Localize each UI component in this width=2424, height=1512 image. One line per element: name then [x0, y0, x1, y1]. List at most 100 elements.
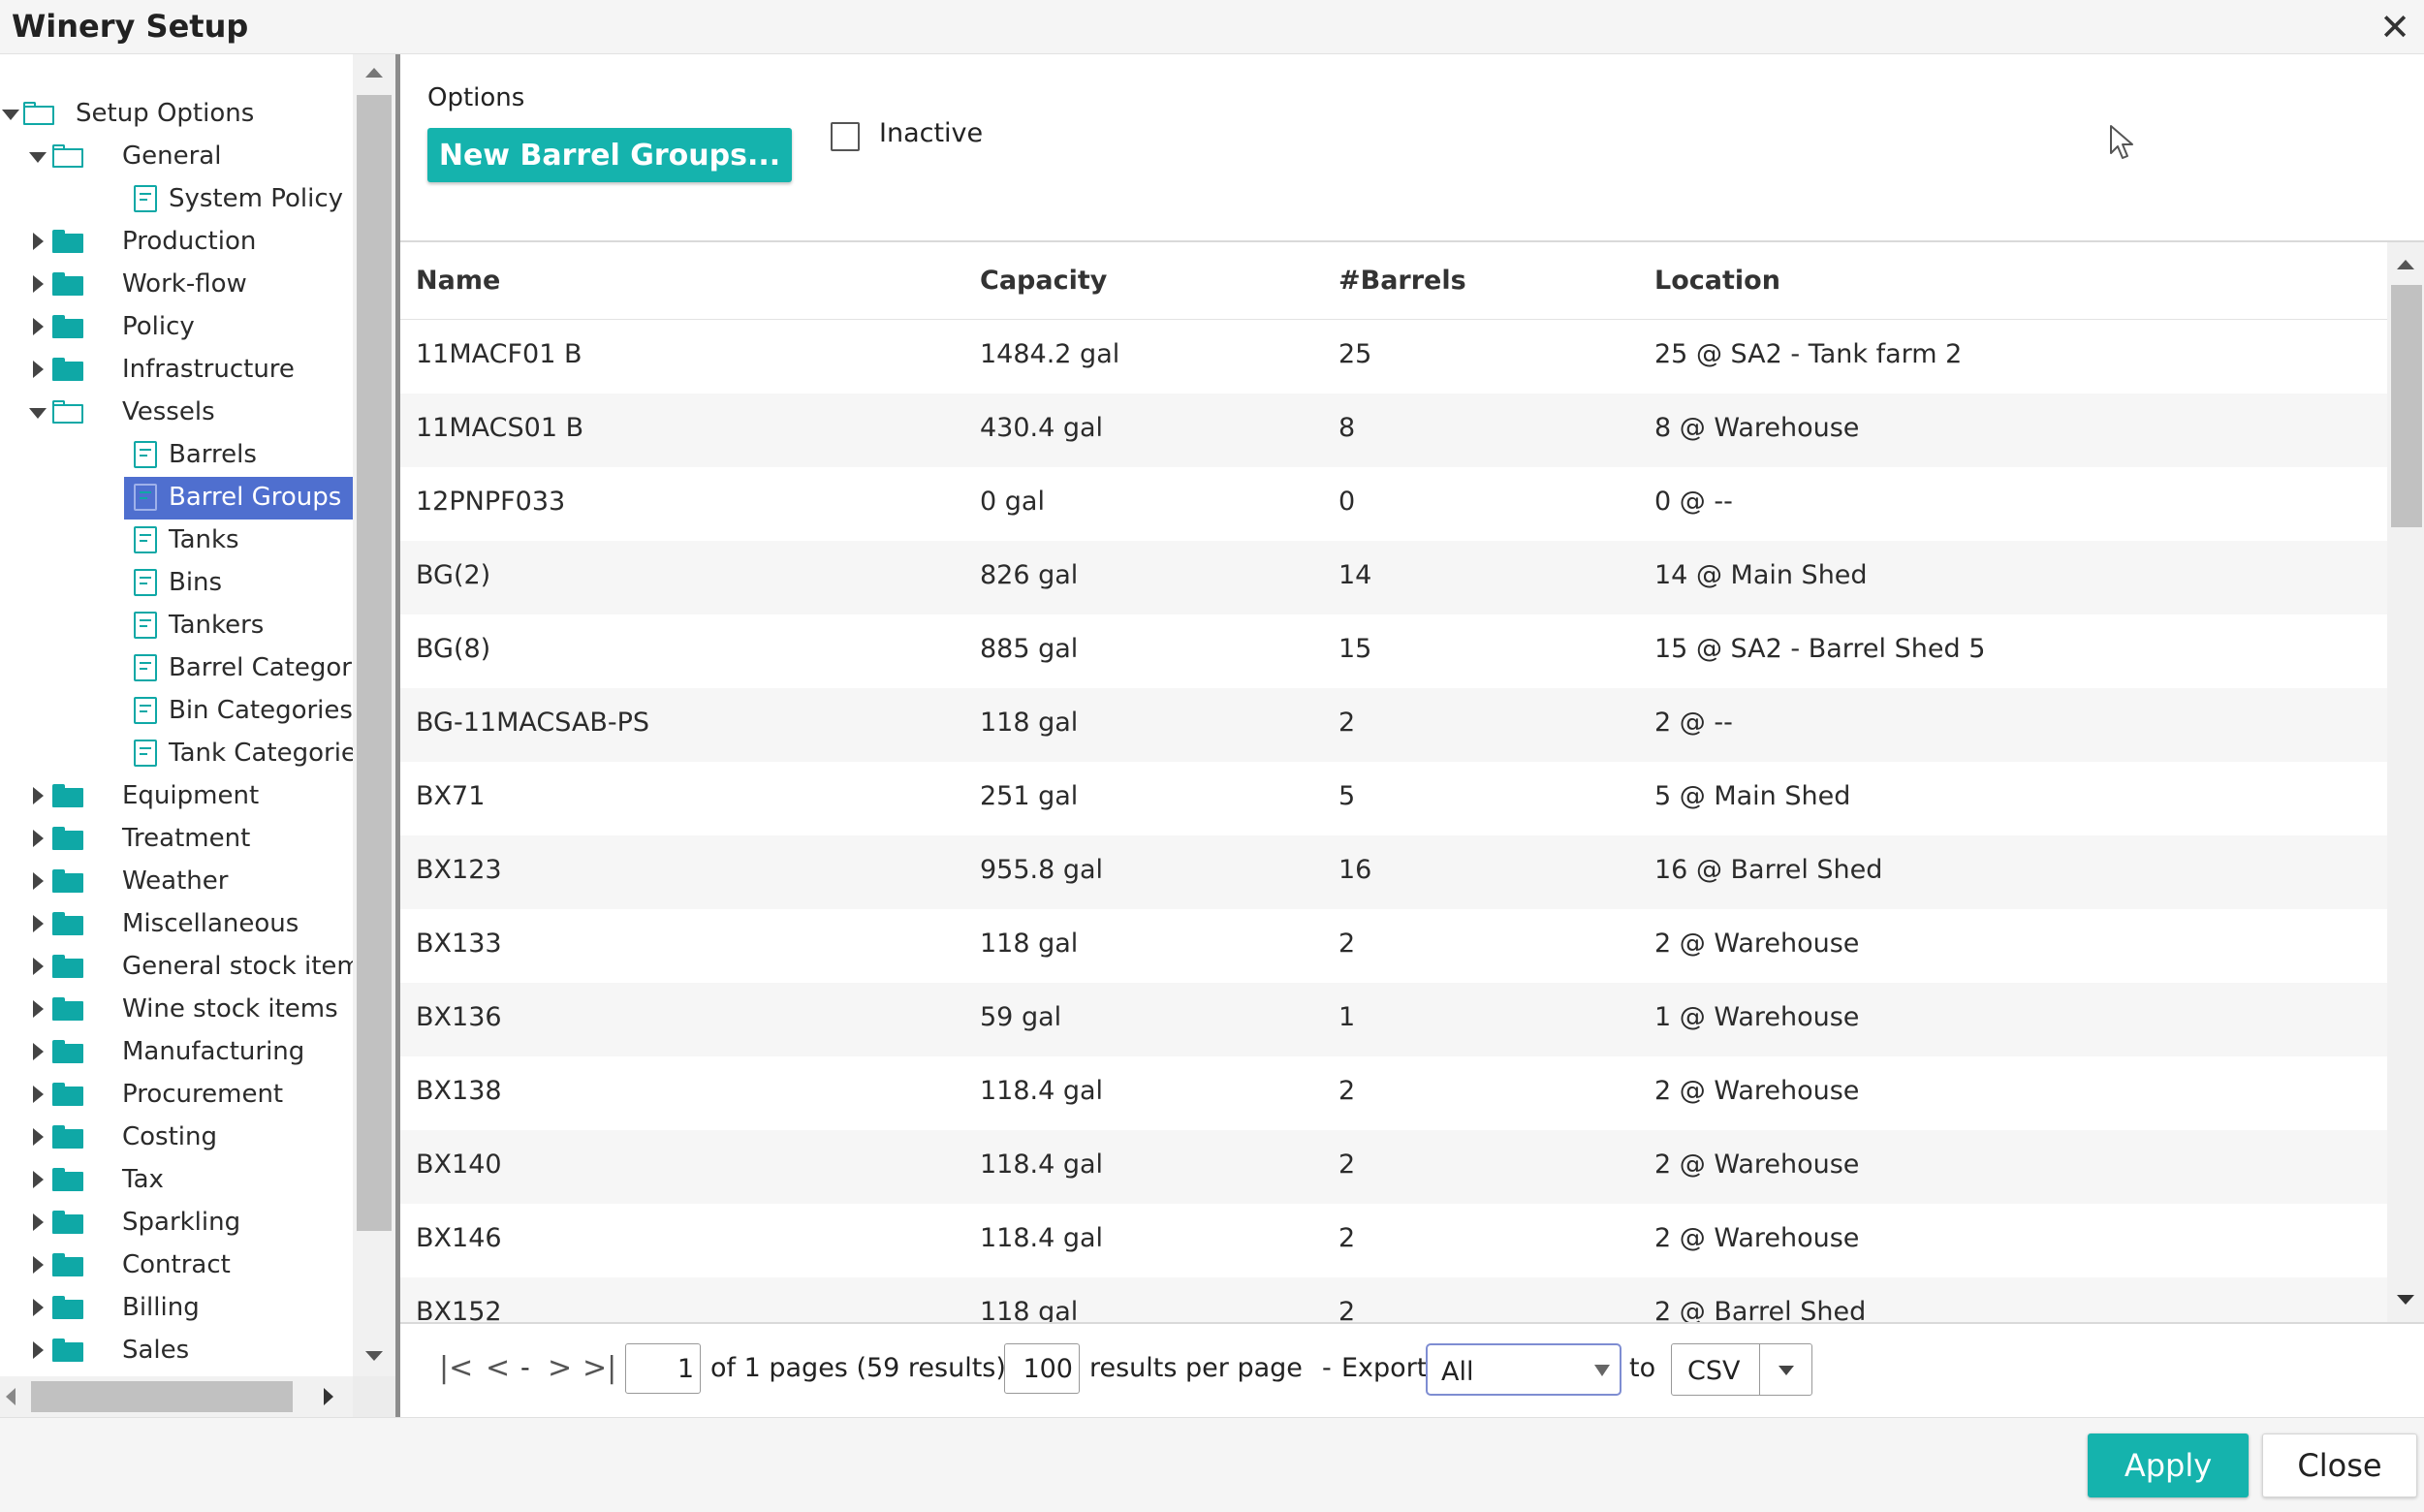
last-page-icon[interactable]: >|	[582, 1351, 616, 1385]
tree-item-sparkling[interactable]: Sparkling	[0, 1202, 353, 1244]
table-row[interactable]: 11MACF01 B 1484.2 gal 25 25 @ SA2 - Tank fa…	[400, 320, 2387, 394]
cell-location: 25 @ SA2 - Tank farm 2	[1654, 339, 1963, 369]
expand-arrow-down-icon[interactable]	[2, 110, 19, 120]
tree-item-procurement[interactable]: Procurement	[0, 1074, 353, 1117]
tree-item-work-flow[interactable]: Work-flow	[0, 264, 353, 306]
tree-item-infrastructure[interactable]: Infrastructure	[0, 349, 353, 392]
tree-item-contract[interactable]: Contract	[0, 1244, 353, 1287]
table-row[interactable]: BG(8) 885 gal 15 15 @ SA2 - Barrel Shed 5	[400, 614, 2387, 688]
tree-item-equipment[interactable]: Equipment	[0, 775, 353, 818]
page-number-input[interactable]	[625, 1343, 701, 1394]
expand-arrow-right-icon[interactable]	[33, 1341, 44, 1359]
expand-arrow-right-icon[interactable]	[33, 1128, 44, 1146]
scroll-down-icon[interactable]	[365, 1351, 383, 1361]
first-page-icon[interactable]: |<	[439, 1351, 473, 1385]
scroll-up-icon[interactable]	[2397, 260, 2414, 269]
table-row[interactable]: BX133 118 gal 2 2 @ Warehouse	[400, 909, 2387, 983]
tree-item-setup-options[interactable]: Setup Options	[0, 93, 353, 136]
tree-item-billing[interactable]: Billing	[0, 1287, 353, 1330]
export-scope-select[interactable]: All	[1426, 1343, 1621, 1396]
tree-item-treatment[interactable]: Treatment	[0, 818, 353, 861]
expand-arrow-right-icon[interactable]	[33, 1299, 44, 1316]
expand-arrow-right-icon[interactable]	[33, 958, 44, 975]
tree-item-system-policy[interactable]: System Policy	[0, 178, 353, 221]
tree-item-tax[interactable]: Tax	[0, 1159, 353, 1202]
tree-vertical-scrollbar[interactable]	[353, 54, 395, 1376]
expand-arrow-right-icon[interactable]	[33, 872, 44, 890]
table-row[interactable]: BX123 955.8 gal 16 16 @ Barrel Shed	[400, 835, 2387, 909]
tree-item-wine-stock-items[interactable]: Wine stock items	[0, 989, 353, 1031]
table-row[interactable]: BG-11MACSAB-PS 118 gal 2 2 @ --	[400, 688, 2387, 762]
table-row[interactable]: 12PNPF033 0 gal 0 0 @ --	[400, 467, 2387, 541]
column-header-name[interactable]: Name	[416, 266, 500, 296]
inactive-checkbox[interactable]	[831, 122, 860, 151]
expand-arrow-right-icon[interactable]	[33, 1043, 44, 1060]
tree-item-tanks[interactable]: Tanks	[0, 520, 353, 562]
expand-arrow-right-icon[interactable]	[33, 318, 44, 335]
tree-item-bins[interactable]: Bins	[0, 562, 353, 605]
expand-arrow-right-icon[interactable]	[33, 787, 44, 804]
cell-barrels: 1	[1338, 1002, 1356, 1032]
column-header-location[interactable]: Location	[1654, 266, 1780, 296]
scroll-thumb[interactable]	[357, 95, 392, 1231]
close-icon[interactable]: ✕	[2379, 6, 2410, 48]
tree-item-general-stock-item[interactable]: General stock item:	[0, 946, 353, 989]
tree-item-barrels[interactable]: Barrels	[0, 434, 353, 477]
table-row[interactable]: 11MACS01 B 430.4 gal 8 8 @ Warehouse	[400, 394, 2387, 467]
apply-button[interactable]: Apply	[2088, 1433, 2249, 1497]
tree-item-bin-categories[interactable]: Bin Categories	[0, 690, 353, 733]
expand-arrow-right-icon[interactable]	[33, 361, 44, 378]
expand-arrow-down-icon[interactable]	[29, 408, 47, 419]
tree-item-barrel-categori[interactable]: Barrel Categori	[0, 647, 353, 690]
tree-item-general[interactable]: General	[0, 136, 353, 178]
tree-item-tank-categorie[interactable]: Tank Categorie:	[0, 733, 353, 775]
table-row[interactable]: BX152 118 gal 2 2 @ Barrel Shed	[400, 1277, 2387, 1322]
tree-item-vessels[interactable]: Vessels	[0, 392, 353, 434]
scroll-thumb[interactable]	[2391, 285, 2422, 527]
expand-arrow-right-icon[interactable]	[33, 1086, 44, 1103]
tree-item-weather[interactable]: Weather	[0, 861, 353, 903]
scroll-thumb[interactable]	[31, 1381, 293, 1412]
expand-arrow-right-icon[interactable]	[33, 915, 44, 932]
table-row[interactable]: BX71 251 gal 5 5 @ Main Shed	[400, 762, 2387, 835]
close-button[interactable]: Close	[2262, 1433, 2417, 1497]
scroll-right-icon[interactable]	[324, 1388, 333, 1405]
scroll-left-icon[interactable]	[6, 1388, 16, 1405]
expand-arrow-right-icon[interactable]	[33, 275, 44, 293]
grid-vertical-scrollbar[interactable]	[2387, 242, 2424, 1322]
expand-arrow-down-icon[interactable]	[29, 152, 47, 163]
new-barrel-groups-button[interactable]: New Barrel Groups...	[427, 128, 792, 182]
expand-arrow-right-icon[interactable]	[33, 1256, 44, 1274]
table-row[interactable]: BX138 118.4 gal 2 2 @ Warehouse	[400, 1056, 2387, 1130]
table-row[interactable]: BX136 59 gal 1 1 @ Warehouse	[400, 983, 2387, 1056]
results-per-page-input[interactable]	[1004, 1343, 1080, 1394]
scroll-down-icon[interactable]	[2397, 1295, 2414, 1305]
expand-arrow-right-icon[interactable]	[33, 830, 44, 847]
tree-item-tankers[interactable]: Tankers	[0, 605, 353, 647]
expand-arrow-right-icon[interactable]	[33, 1000, 44, 1018]
next-page-icon[interactable]: >	[548, 1351, 572, 1385]
expand-arrow-right-icon[interactable]	[33, 1171, 44, 1188]
expand-arrow-right-icon[interactable]	[33, 233, 44, 250]
tree-item-manufacturing[interactable]: Manufacturing	[0, 1031, 353, 1074]
chevron-down-icon[interactable]	[1779, 1366, 1794, 1375]
table-row[interactable]: BG(2) 826 gal 14 14 @ Main Shed	[400, 541, 2387, 614]
folder-icon	[52, 230, 83, 253]
table-row[interactable]: BX140 118.4 gal 2 2 @ Warehouse	[400, 1130, 2387, 1204]
column-header-capacity[interactable]: Capacity	[980, 266, 1107, 296]
table-row[interactable]: BX146 118.4 gal 2 2 @ Warehouse	[400, 1204, 2387, 1277]
tree-item-miscellaneous[interactable]: Miscellaneous	[0, 903, 353, 946]
tree-horizontal-scrollbar[interactable]	[0, 1376, 353, 1417]
scroll-up-icon[interactable]	[365, 68, 383, 78]
cell-capacity: 955.8 gal	[980, 855, 1104, 885]
tree-item-sales[interactable]: Sales	[0, 1330, 353, 1372]
tree-item-barrel-groups[interactable]: Barrel Groups	[0, 477, 353, 520]
cell-location: 16 @ Barrel Shed	[1654, 855, 1883, 885]
column-header-barrels[interactable]: #Barrels	[1338, 266, 1466, 296]
tree-item-policy[interactable]: Policy	[0, 306, 353, 349]
expand-arrow-right-icon[interactable]	[33, 1213, 44, 1231]
export-format-select[interactable]: CSV	[1671, 1343, 1812, 1396]
tree-item-production[interactable]: Production	[0, 221, 353, 264]
prev-page-icon[interactable]: <	[486, 1351, 510, 1385]
tree-item-costing[interactable]: Costing	[0, 1117, 353, 1159]
